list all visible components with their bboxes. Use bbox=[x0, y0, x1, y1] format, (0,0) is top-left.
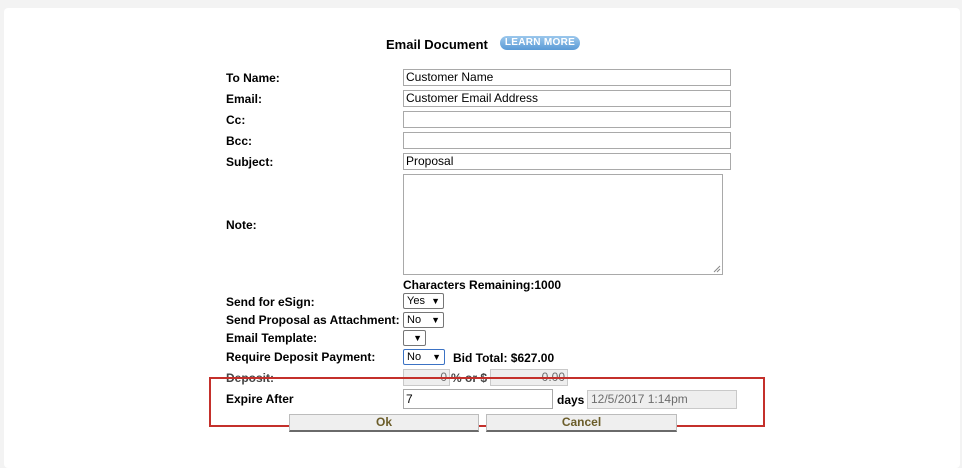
learn-more-button[interactable]: LEARN MORE bbox=[500, 36, 580, 50]
require-deposit-value: No bbox=[407, 351, 422, 363]
note-textarea[interactable] bbox=[403, 174, 723, 275]
note-label: Note: bbox=[226, 218, 257, 232]
send-attachment-value: No bbox=[407, 314, 422, 326]
bcc-input[interactable] bbox=[403, 132, 731, 149]
dialog-title: Email Document bbox=[386, 37, 488, 52]
send-esign-value: Yes bbox=[407, 295, 425, 307]
cc-input[interactable] bbox=[403, 111, 731, 128]
dropdown-arrow-icon: ▼ bbox=[432, 352, 441, 362]
bcc-label: Bcc: bbox=[226, 134, 253, 148]
bid-total: Bid Total: $627.00 bbox=[453, 351, 555, 365]
days-label: days bbox=[557, 393, 585, 407]
dropdown-arrow-icon: ▼ bbox=[431, 315, 440, 325]
cc-label: Cc: bbox=[226, 113, 246, 127]
to-name-input[interactable]: Customer Name bbox=[403, 69, 731, 86]
expire-after-label: Expire After bbox=[226, 392, 294, 406]
expire-date-input[interactable]: 12/5/2017 1:14pm bbox=[587, 390, 737, 409]
dropdown-arrow-icon: ▼ bbox=[431, 296, 440, 306]
require-deposit-select[interactable]: No ▼ bbox=[403, 349, 445, 365]
subject-input[interactable]: Proposal bbox=[403, 153, 731, 170]
email-template-label: Email Template: bbox=[226, 331, 318, 345]
email-label: Email: bbox=[226, 92, 263, 106]
email-template-select[interactable]: ▼ bbox=[403, 330, 426, 346]
characters-remaining: Characters Remaining:1000 bbox=[403, 278, 562, 292]
ok-button[interactable]: Ok bbox=[289, 414, 479, 432]
subject-label: Subject: bbox=[226, 155, 274, 169]
to-name-label: To Name: bbox=[226, 71, 280, 85]
require-deposit-label: Require Deposit Payment: bbox=[226, 350, 376, 364]
dropdown-arrow-icon: ▼ bbox=[413, 333, 422, 343]
send-esign-select[interactable]: Yes ▼ bbox=[403, 293, 444, 309]
send-esign-label: Send for eSign: bbox=[226, 295, 315, 309]
cancel-button[interactable]: Cancel bbox=[486, 414, 677, 432]
send-attachment-select[interactable]: No ▼ bbox=[403, 312, 444, 328]
resize-grip-icon[interactable] bbox=[713, 265, 721, 273]
expire-after-input[interactable]: 7 bbox=[403, 389, 553, 409]
send-attachment-label: Send Proposal as Attachment: bbox=[226, 313, 400, 327]
email-input[interactable]: Customer Email Address bbox=[403, 90, 731, 107]
